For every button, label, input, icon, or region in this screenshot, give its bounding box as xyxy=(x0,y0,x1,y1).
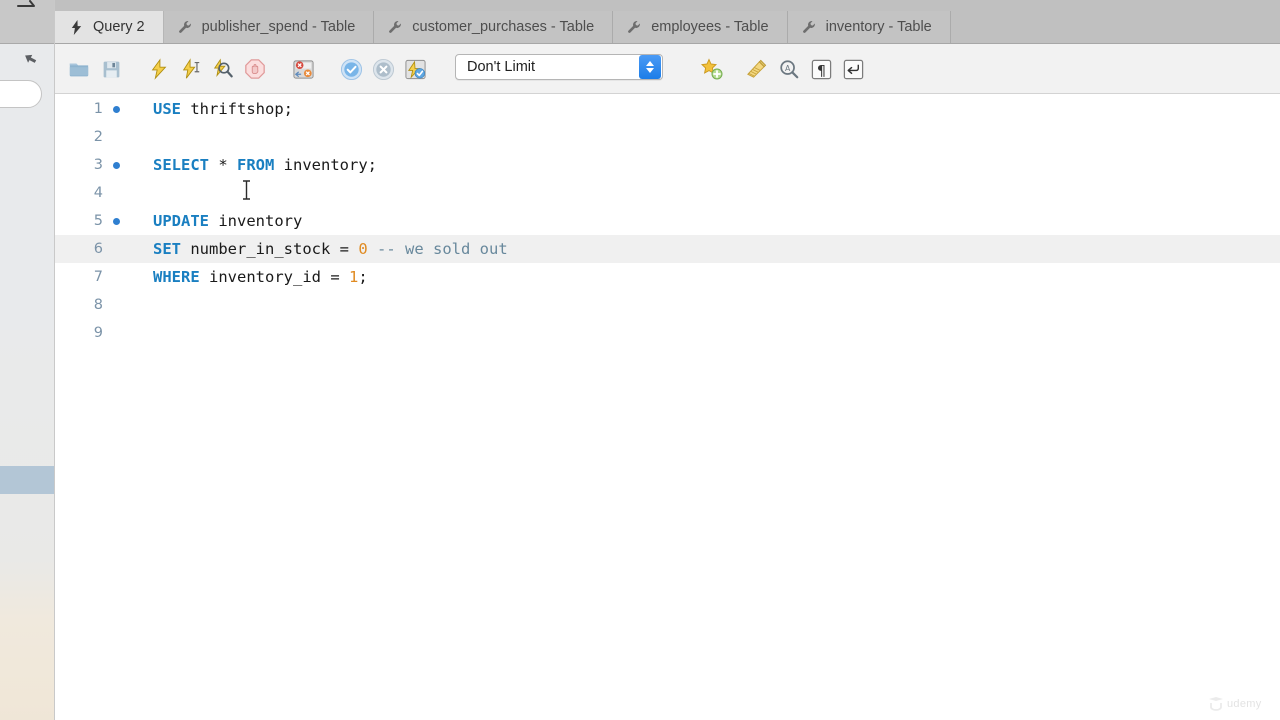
code-line[interactable]: 9 xyxy=(55,319,1280,347)
code-token-kw: SELECT xyxy=(153,156,209,174)
sidebar-search-input[interactable] xyxy=(0,80,42,108)
refresh-icon[interactable] xyxy=(20,52,38,70)
code-token-num: 0 xyxy=(358,240,368,258)
code-line-text: USE thriftshop; xyxy=(153,95,293,123)
wrench-icon xyxy=(627,20,642,35)
statement-marker-icon xyxy=(113,218,120,225)
code-line[interactable]: 2 xyxy=(55,123,1280,151)
line-number: 3 xyxy=(93,157,103,173)
code-line[interactable]: 5 UPDATE inventory xyxy=(55,207,1280,235)
code-line[interactable]: 6 SET number_in_stock = 0 -- we sold out xyxy=(55,235,1280,263)
editor-tab-label: inventory - Table xyxy=(825,19,932,35)
editor-tab-label: Query 2 xyxy=(93,19,145,35)
commit-icon[interactable] xyxy=(338,56,364,82)
editor-tab-label: customer_purchases - Table xyxy=(412,19,595,35)
editor-tab-bar: Query 2 publisher_spend - Table customer_p… xyxy=(55,0,1280,44)
wrench-icon xyxy=(388,20,403,35)
code-line[interactable]: 3 SELECT * FROM inventory; xyxy=(55,151,1280,179)
line-number: 9 xyxy=(93,325,103,341)
execute-statement-icon[interactable] xyxy=(146,56,172,82)
code-line-text: SELECT * FROM inventory; xyxy=(153,151,377,179)
statement-marker-icon xyxy=(113,162,120,169)
execute-current-statement-icon[interactable] xyxy=(178,56,204,82)
code-line[interactable]: 4 xyxy=(55,179,1280,207)
editor-tab-2[interactable]: customer_purchases - Table xyxy=(374,11,614,43)
editor-tab-label: publisher_spend - Table xyxy=(201,19,356,35)
stepper-up-arrow-icon[interactable] xyxy=(646,61,654,66)
find-icon[interactable]: A xyxy=(776,56,802,82)
row-limit-value: Don't Limit xyxy=(467,59,536,75)
sidebar-selected-item[interactable] xyxy=(0,466,54,494)
toggle-wrapping-icon[interactable] xyxy=(840,56,866,82)
line-number: 6 xyxy=(93,241,103,257)
toggle-stop-on-error-icon[interactable] xyxy=(290,56,316,82)
toggle-invisible-chars-icon[interactable]: ¶ xyxy=(808,56,834,82)
line-number: 7 xyxy=(93,269,103,285)
clear-query-icon[interactable] xyxy=(743,56,769,82)
row-limit-select[interactable]: Don't Limit xyxy=(455,54,663,80)
row-limit-stepper[interactable] xyxy=(639,55,661,79)
editor-tab-label: employees - Table xyxy=(651,19,769,35)
mysql-workbench-window: Query 2 publisher_spend - Table customer_p… xyxy=(0,0,1280,720)
code-token-op: thriftshop; xyxy=(181,100,293,118)
code-token-op xyxy=(368,240,377,258)
code-line[interactable]: 1 USE thriftshop; xyxy=(55,95,1280,123)
sql-editor-toolbar: Don't Limit A ¶ xyxy=(55,44,1280,94)
code-token-op: inventory xyxy=(209,212,303,230)
code-line[interactable]: 7 WHERE inventory_id = 1; xyxy=(55,263,1280,291)
explain-statement-icon[interactable] xyxy=(210,56,236,82)
code-token-kw: SET xyxy=(153,240,181,258)
sql-code-editor[interactable]: 1 USE thriftshop; 2 3 SELECT * FROM inventor… xyxy=(55,95,1280,720)
code-token-op: * xyxy=(209,156,237,174)
sidebar-top-strip xyxy=(0,0,54,44)
code-token-kw: USE xyxy=(153,100,181,118)
rollback-icon[interactable] xyxy=(370,56,396,82)
toggle-autocommit-icon[interactable] xyxy=(402,56,428,82)
code-token-op: ; xyxy=(358,268,368,286)
code-token-cmt: -- we sold out xyxy=(377,240,508,258)
line-number: 4 xyxy=(93,185,103,201)
wrench-icon xyxy=(802,20,817,35)
code-token-op: inventory_id = xyxy=(199,268,349,286)
stepper-down-arrow-icon[interactable] xyxy=(646,68,654,73)
stop-execution-icon[interactable] xyxy=(242,56,268,82)
open-script-icon[interactable] xyxy=(66,56,92,82)
text-ibeam-cursor xyxy=(243,180,250,200)
code-line-text: SET number_in_stock = 0 -- we sold out xyxy=(153,235,508,263)
tab-bar-empty-area xyxy=(950,11,1280,43)
code-token-num: 1 xyxy=(348,268,359,286)
save-script-icon[interactable] xyxy=(98,56,124,82)
editor-tab-4[interactable]: inventory - Table xyxy=(787,11,951,43)
lightning-icon xyxy=(69,19,84,35)
code-line[interactable]: 8 xyxy=(55,291,1280,319)
editor-tab-3[interactable]: employees - Table xyxy=(613,11,788,43)
code-token-kw: WHERE xyxy=(153,268,200,286)
line-number: 8 xyxy=(93,297,103,313)
code-token-op: number_in_stock = xyxy=(181,240,359,258)
beautify-query-icon[interactable] xyxy=(698,56,724,82)
code-token-op: inventory; xyxy=(274,156,377,174)
code-line-text: UPDATE inventory xyxy=(153,207,302,235)
svg-text:¶: ¶ xyxy=(816,63,825,79)
code-lines-container[interactable]: 1 USE thriftshop; 2 3 SELECT * FROM inventor… xyxy=(55,95,1280,347)
code-token-kw: UPDATE xyxy=(153,212,209,230)
line-number: 5 xyxy=(93,213,103,229)
code-token-kw: FROM xyxy=(237,156,275,174)
line-number: 1 xyxy=(93,101,103,117)
left-sidebar-panel xyxy=(0,0,55,720)
undo-arrow-icon xyxy=(17,0,35,7)
code-line-text: WHERE inventory_id = 1; xyxy=(153,263,368,291)
editor-tab-1[interactable]: publisher_spend - Table xyxy=(163,11,375,43)
line-number: 2 xyxy=(93,129,103,145)
svg-text:A: A xyxy=(785,64,791,73)
editor-tab-0[interactable]: Query 2 xyxy=(55,11,164,43)
wrench-icon xyxy=(178,20,193,35)
statement-marker-icon xyxy=(113,106,120,113)
